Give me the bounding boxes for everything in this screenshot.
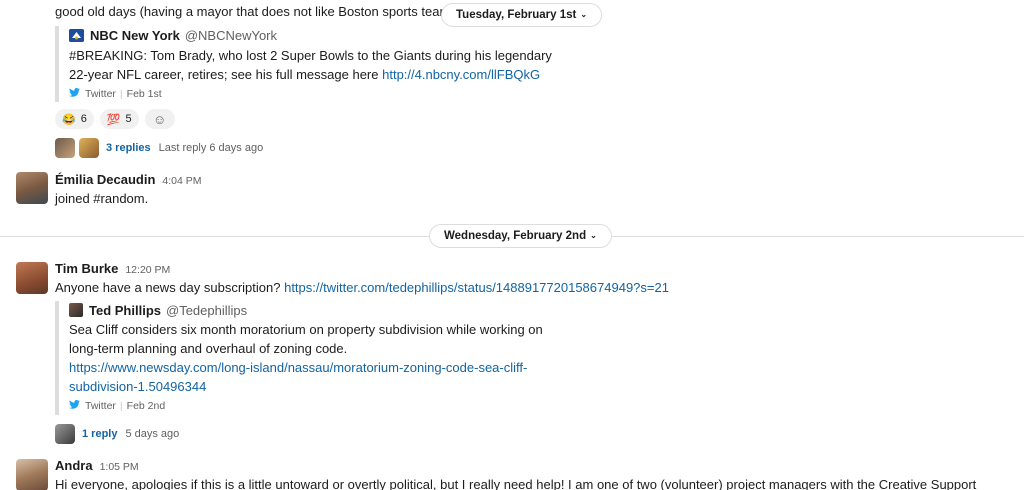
- slack-channel-view: good old days (having a mayor that does …: [0, 0, 1024, 490]
- add-reaction-icon: ☺: [153, 111, 167, 127]
- attachment-source: Twitter: [85, 400, 116, 412]
- message-header: Andra 1:05 PM: [55, 458, 139, 473]
- chevron-down-icon: ⌄: [580, 10, 588, 19]
- message-link[interactable]: https://twitter.com/tedephillips/status/…: [284, 280, 669, 295]
- avatar[interactable]: [16, 262, 48, 294]
- tweet-attachment-nbc: NBC New York @NBCNewYork #BREAKING: Tom …: [55, 26, 552, 102]
- avatar[interactable]: [16, 172, 48, 204]
- laughing-emoji-icon: 😂: [62, 113, 76, 126]
- date-divider-wednesday[interactable]: Wednesday, February 2nd ⌄: [429, 224, 612, 248]
- tweet-link[interactable]: http://4.nbcny.com/llFBQkG: [382, 67, 540, 82]
- message-header: Tim Burke 12:20 PM: [55, 261, 170, 276]
- separator: |: [119, 400, 123, 412]
- message-text: Anyone have a news day subscription? htt…: [55, 279, 669, 297]
- reply-avatar: [55, 424, 75, 444]
- thread-summary[interactable]: 3 replies Last reply 6 days ago: [55, 136, 263, 160]
- separator: |: [119, 88, 123, 100]
- attachment-text-line: 22-year NFL career, retires; see his ful…: [69, 67, 383, 82]
- date-divider-tuesday[interactable]: Tuesday, February 1st ⌄: [441, 3, 603, 27]
- attachment-handle: @NBCNewYork: [184, 27, 278, 43]
- attachment-source: Twitter: [85, 88, 116, 100]
- date-label: Tuesday, February 1st: [456, 9, 577, 21]
- message-header: Émilia Decaudin 4:04 PM: [55, 172, 202, 187]
- reactions-bar: 😂 6 💯 5 ☺: [55, 109, 175, 129]
- author-avatar-icon: [69, 303, 83, 317]
- author-name[interactable]: Tim Burke: [55, 261, 118, 276]
- attachment-date: Feb 1st: [126, 88, 162, 100]
- replies-link[interactable]: 3 replies: [106, 142, 151, 154]
- avatar[interactable]: [16, 459, 48, 490]
- reply-avatar: [55, 138, 75, 158]
- author-name[interactable]: Andra: [55, 458, 93, 473]
- message-timestamp[interactable]: 1:05 PM: [100, 461, 139, 473]
- attachment-text-line: #BREAKING: Tom Brady, who lost 2 Super B…: [69, 48, 552, 63]
- last-reply-time: 5 days ago: [125, 428, 180, 440]
- reaction-count: 5: [125, 113, 132, 125]
- attachment-date: Feb 2nd: [126, 400, 166, 412]
- article-link[interactable]: subdivision-1.50496344: [69, 379, 206, 394]
- attachment-text-line: Sea Cliff considers six month moratorium…: [69, 322, 543, 337]
- add-reaction-button[interactable]: ☺: [144, 109, 175, 129]
- author-name[interactable]: Émilia Decaudin: [55, 172, 155, 187]
- last-reply-time: Last reply 6 days ago: [158, 142, 264, 154]
- attachment-handle: @Tedephillips: [166, 302, 248, 318]
- reaction-hundred[interactable]: 💯 5: [99, 109, 139, 129]
- tweet-attachment-ted: Ted Phillips @Tedephillips Sea Cliff con…: [55, 301, 543, 415]
- hundred-points-emoji-icon: 💯: [106, 113, 121, 126]
- message-text-truncated: good old days (having a mayor that does …: [55, 4, 445, 19]
- message-text: joined #random.: [55, 191, 149, 206]
- message-timestamp[interactable]: 12:20 PM: [125, 264, 170, 276]
- message-timestamp[interactable]: 4:04 PM: [162, 175, 201, 187]
- chevron-down-icon: ⌄: [590, 231, 597, 240]
- thread-summary[interactable]: 1 reply 5 days ago: [55, 422, 179, 446]
- twitter-icon: [69, 88, 80, 100]
- reply-avatar: [79, 138, 99, 158]
- nbc-logo-icon: [69, 28, 84, 42]
- reaction-count: 6: [80, 113, 87, 125]
- attachment-author[interactable]: NBC New York: [90, 28, 180, 43]
- replies-link[interactable]: 1 reply: [82, 428, 117, 440]
- twitter-icon: [69, 400, 80, 412]
- attachment-text-line: long-term planning and overhaul of zonin…: [69, 341, 348, 356]
- message-text: Hi everyone, apologies if this is a litt…: [55, 477, 977, 490]
- reaction-laughing[interactable]: 😂 6: [55, 109, 94, 129]
- date-label: Wednesday, February 2nd: [444, 230, 587, 242]
- message-text-content: Anyone have a news day subscription?: [55, 280, 285, 295]
- article-link[interactable]: https://www.newsday.com/long-island/nass…: [69, 360, 527, 375]
- attachment-author[interactable]: Ted Phillips: [89, 303, 161, 318]
